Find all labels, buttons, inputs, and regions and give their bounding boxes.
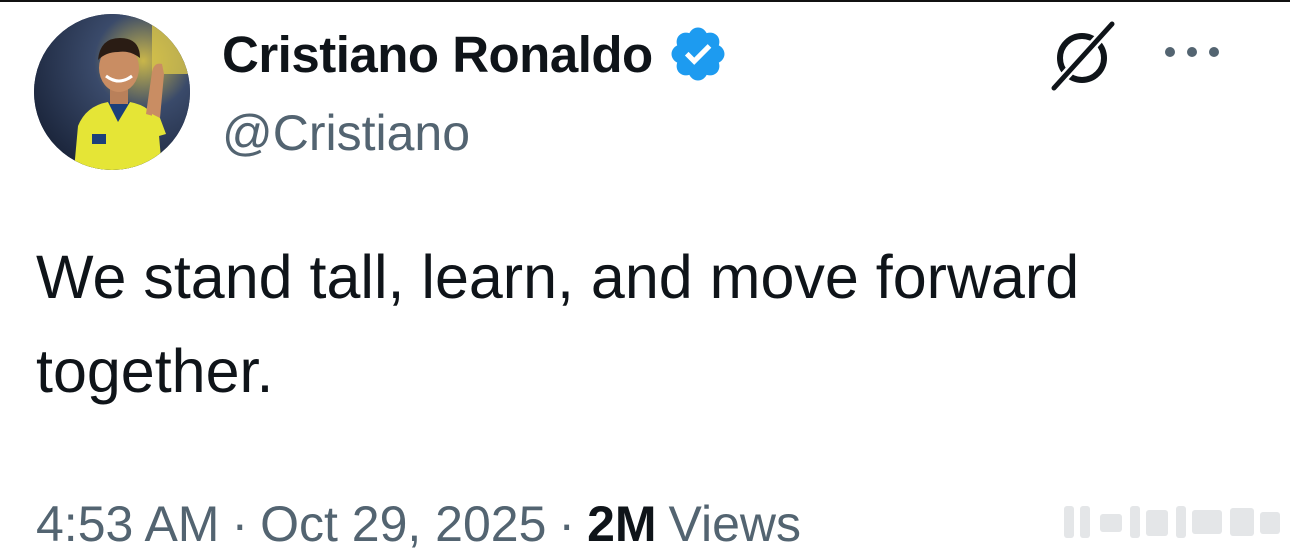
tweet-text: We stand tall, learn, and move forward t… [36,243,1080,405]
author-handle[interactable]: @Cristiano [222,104,470,162]
meta-separator: · [231,496,249,552]
watermark-logo [1058,500,1286,544]
top-divider [0,0,1290,2]
grok-icon [1049,19,1117,93]
author-name-row: Cristiano Ronaldo [222,22,729,86]
verified-badge-icon[interactable] [667,23,729,85]
tweet-time[interactable]: 4:53 AM [36,495,219,553]
author-avatar[interactable] [34,14,190,170]
author-display-name[interactable]: Cristiano Ronaldo [222,25,653,84]
views-count: 2M [587,496,657,552]
tweet-meta: 4:53 AM · Oct 29, 2025 · 2M Views [36,494,801,554]
profile-photo-icon [34,14,190,170]
views-label: Views [668,496,802,552]
tweet-date[interactable]: Oct 29, 2025 [260,495,546,553]
more-options-button[interactable] [1156,30,1228,74]
grok-button[interactable] [1046,18,1122,94]
more-options-icon [1165,47,1219,57]
meta-separator: · [558,496,576,552]
